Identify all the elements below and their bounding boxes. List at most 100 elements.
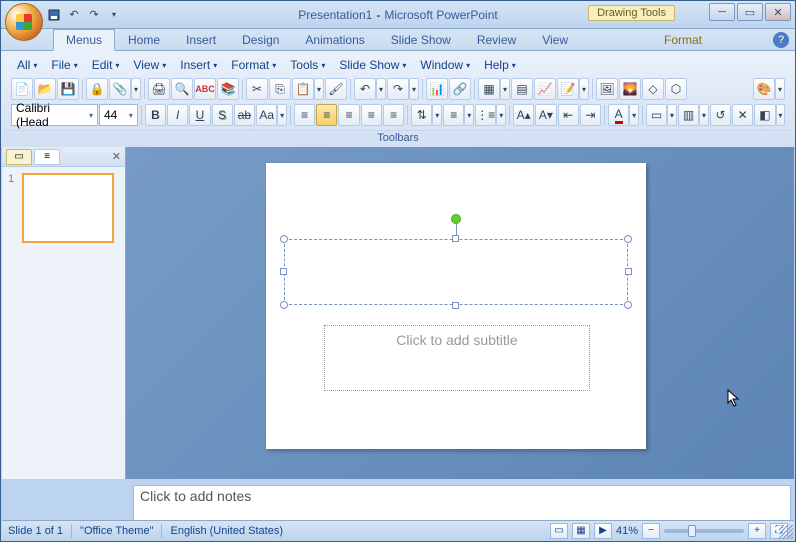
menu-window[interactable]: Window▾ [414,56,476,74]
format-painter-icon[interactable]: 🖌 [325,78,347,100]
chart-icon[interactable]: 📊 [426,78,448,100]
subtitle-textbox[interactable]: Click to add subtitle [324,325,590,391]
resize-handle-bm[interactable] [452,302,459,309]
reset-icon[interactable]: ↺ [710,104,731,126]
close-button[interactable]: ✕ [765,3,791,21]
redo-icon[interactable]: ↷ [387,78,409,100]
distributed-icon[interactable]: ≡ [383,104,404,126]
table-dropdown[interactable]: ▾ [500,78,510,100]
design-dropdown[interactable]: ▾ [776,104,786,126]
notes-pane[interactable]: Click to add notes [133,485,791,521]
menu-slideshow[interactable]: Slide Show▾ [333,56,412,74]
change-case-icon[interactable]: Aa [256,104,277,126]
cut-icon[interactable]: ✂ [246,78,268,100]
color-scheme-icon[interactable]: 🎨 [753,78,775,100]
menu-all[interactable]: All▾ [11,56,43,74]
bullets-icon[interactable]: ⋮≡ [475,104,496,126]
title-textbox[interactable] [284,239,628,305]
panel-close-icon[interactable]: ✕ [112,150,121,163]
tab-review[interactable]: Review [464,29,529,50]
status-language[interactable]: English (United States) [170,525,283,537]
shadow-icon[interactable]: S [212,104,233,126]
rotate-handle[interactable] [451,214,461,224]
thumbnail-image[interactable] [22,173,114,243]
text-box-icon[interactable]: 📝 [557,78,579,100]
redo-icon[interactable]: ↷ [85,6,103,24]
change-case-dropdown[interactable]: ▾ [277,104,287,126]
tab-design[interactable]: Design [229,29,292,50]
insert-chart-icon[interactable]: 📈 [534,78,556,100]
italic-icon[interactable]: I [167,104,188,126]
numbering-icon[interactable]: ≡ [443,104,464,126]
office-button[interactable] [5,3,43,41]
new-icon[interactable]: 📄 [11,78,33,100]
undo-dropdown[interactable]: ▾ [376,78,386,100]
resize-handle-bl[interactable] [280,301,288,309]
paste-dropdown[interactable]: ▾ [314,78,324,100]
increase-font-icon[interactable]: A▴ [513,104,534,126]
outline-tab-icon[interactable]: ≡ [34,149,60,165]
copy-icon[interactable]: ⎘ [269,78,291,100]
tab-home[interactable]: Home [115,29,173,50]
research-icon[interactable]: 📚 [217,78,239,100]
save-icon[interactable] [45,6,63,24]
zoom-in-icon[interactable]: + [748,523,766,539]
bullets-dropdown[interactable]: ▾ [496,104,506,126]
align-right-icon[interactable]: ≡ [338,104,359,126]
zoom-slider[interactable] [664,529,744,533]
numbering-dropdown[interactable]: ▾ [464,104,474,126]
open-icon[interactable]: 📂 [34,78,56,100]
design-icon[interactable]: ◧ [754,104,775,126]
print-icon[interactable]: 🖨 [148,78,170,100]
resize-handle-tl[interactable] [280,235,288,243]
slide-thumbnail[interactable]: 1 [8,173,119,243]
font-size-combo[interactable]: 44▾ [99,104,138,126]
resize-grip[interactable] [779,525,793,539]
font-color-icon[interactable]: A [608,104,629,126]
picture-icon[interactable]: 🌄 [619,78,641,100]
help-icon[interactable]: ? [773,32,789,48]
text-box-dropdown[interactable]: ▾ [579,78,589,100]
font-color-dropdown[interactable]: ▾ [629,104,639,126]
new-slide-icon[interactable]: ▭ [646,104,667,126]
normal-view-icon[interactable]: ▭ [550,523,568,539]
align-center-icon[interactable]: ≡ [316,104,337,126]
print-preview-icon[interactable]: 🔍 [171,78,193,100]
sorter-view-icon[interactable]: ▦ [572,523,590,539]
decrease-font-icon[interactable]: A▾ [535,104,556,126]
menu-view[interactable]: View▾ [127,56,172,74]
permission-icon[interactable]: 🔒 [86,78,108,100]
hyperlink-icon[interactable]: 🔗 [449,78,471,100]
decrease-indent-icon[interactable]: ⇤ [558,104,579,126]
tab-animations[interactable]: Animations [292,29,377,50]
resize-handle-ml[interactable] [280,268,287,275]
delete-slide-icon[interactable]: ✕ [732,104,753,126]
spelling-icon[interactable]: ABC [194,78,216,100]
resize-handle-br[interactable] [624,301,632,309]
undo-icon[interactable]: ↶ [354,78,376,100]
slideshow-view-icon[interactable]: ▶ [594,523,612,539]
line-spacing-icon[interactable]: ⇅ [411,104,432,126]
minimize-button[interactable]: ─ [709,3,735,21]
undo-icon[interactable]: ↶ [65,6,83,24]
attach-dropdown[interactable]: ▾ [131,78,141,100]
increase-indent-icon[interactable]: ⇥ [580,104,601,126]
zoom-percent[interactable]: 41% [616,525,638,537]
new-slide-dropdown[interactable]: ▾ [667,104,677,126]
shapes-icon[interactable]: ◇ [642,78,664,100]
tab-view[interactable]: View [529,29,581,50]
tab-slideshow[interactable]: Slide Show [378,29,464,50]
qat-dropdown-icon[interactable]: ▾ [105,6,123,24]
resize-handle-tr[interactable] [624,235,632,243]
line-spacing-dropdown[interactable]: ▾ [432,104,442,126]
slide-canvas[interactable]: Click to add subtitle [266,163,646,449]
resize-handle-mr[interactable] [625,268,632,275]
redo-dropdown[interactable]: ▾ [409,78,419,100]
tables-draw-icon[interactable]: ▤ [511,78,533,100]
slides-tab-icon[interactable]: ▭ [6,149,32,165]
layout-icon[interactable]: ▥ [678,104,699,126]
menu-format[interactable]: Format▾ [225,56,282,74]
underline-icon[interactable]: U [189,104,210,126]
menu-tools[interactable]: Tools▾ [284,56,331,74]
tab-menus[interactable]: Menus [53,29,115,51]
